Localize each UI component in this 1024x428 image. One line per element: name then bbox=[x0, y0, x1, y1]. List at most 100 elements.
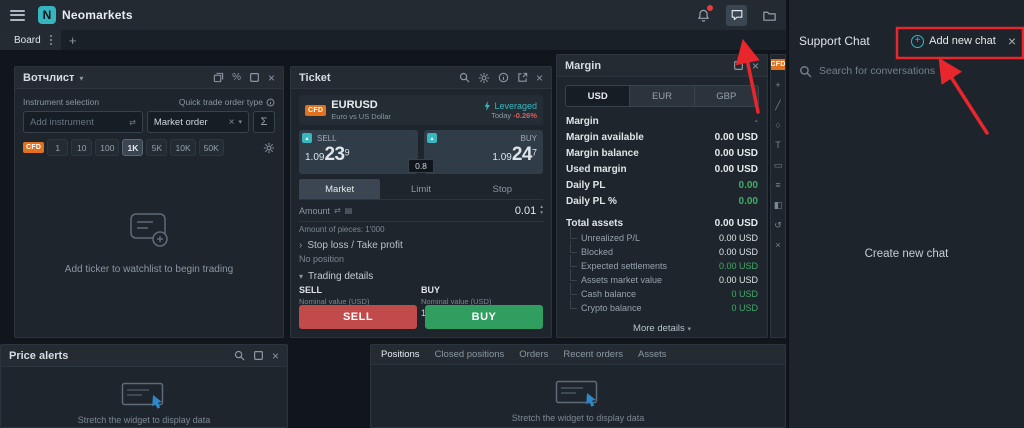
collapsed-chart-strip: CFD + ╱ ○ T ▭ ≡ ◧ ↺ × bbox=[770, 54, 786, 338]
watchlist-empty-text: Add ticker to watchlist to begin trading bbox=[65, 264, 233, 275]
sell-button[interactable]: SELL bbox=[299, 305, 417, 329]
menu-icon[interactable] bbox=[10, 10, 25, 21]
tab-stop[interactable]: Stop bbox=[462, 179, 543, 199]
chart-tool-trendline-icon[interactable]: ╱ bbox=[775, 101, 780, 110]
sum-button[interactable]: Σ bbox=[253, 111, 275, 133]
tab-recent-orders[interactable]: Recent orders bbox=[563, 349, 623, 360]
tab-market[interactable]: Market bbox=[299, 179, 380, 199]
close-icon[interactable]: × bbox=[536, 71, 543, 85]
leveraged-badge: Leveraged bbox=[494, 101, 537, 111]
caret-down-icon: ▾ bbox=[79, 74, 83, 83]
positions-tabs: Positions Closed positions Orders Recent… bbox=[371, 345, 785, 365]
expand-icon[interactable] bbox=[253, 350, 264, 361]
cfd-badge: CFD bbox=[23, 142, 44, 153]
clear-icon[interactable]: × bbox=[229, 117, 235, 128]
add-instrument-field[interactable]: ⇄ bbox=[23, 111, 143, 133]
close-icon[interactable]: × bbox=[272, 349, 279, 363]
cfd-badge: CFD bbox=[770, 59, 786, 70]
tab-board-label: Board bbox=[14, 35, 41, 46]
tab-orders[interactable]: Orders bbox=[519, 349, 548, 360]
sell-price-button[interactable]: ▴ SELL 1.09239 bbox=[299, 130, 418, 174]
tab-menu-icon[interactable] bbox=[50, 35, 52, 45]
chart-tool-undo-icon[interactable]: ↺ bbox=[774, 221, 782, 230]
instrument-summary[interactable]: CFD EURUSD Euro vs US Dollar Leveraged T… bbox=[299, 95, 543, 125]
trading-details-toggle[interactable]: ▾ Trading details bbox=[299, 268, 543, 284]
gear-icon[interactable] bbox=[263, 142, 275, 154]
add-tab-button[interactable]: + bbox=[61, 30, 85, 50]
chart-tool-crosshair-icon[interactable]: + bbox=[775, 81, 780, 90]
popout-icon[interactable] bbox=[517, 72, 528, 83]
chart-tool-text-icon[interactable]: T bbox=[775, 141, 781, 150]
brand-logo[interactable]: N Neomarkets bbox=[38, 6, 133, 24]
chart-tool-rectangle-icon[interactable]: ▭ bbox=[774, 161, 783, 170]
filter-icon[interactable]: ⇄ bbox=[129, 118, 136, 127]
watchlist-empty-state: Add ticker to watchlist to begin trading bbox=[23, 156, 275, 329]
currency-tab-gbp[interactable]: GBP bbox=[694, 86, 758, 106]
tab-assets[interactable]: Assets bbox=[638, 349, 667, 360]
search-icon[interactable] bbox=[459, 72, 470, 83]
chat-search-field[interactable] bbox=[799, 60, 1014, 82]
margin-header: Margin × bbox=[557, 55, 767, 77]
close-icon[interactable]: × bbox=[1008, 33, 1016, 49]
quantity-pill[interactable]: 10K bbox=[170, 139, 195, 156]
tab-closed-positions[interactable]: Closed positions bbox=[435, 349, 505, 360]
info-icon[interactable] bbox=[266, 98, 275, 107]
order-type-select[interactable]: Market order × ▾ bbox=[147, 111, 249, 133]
search-icon[interactable] bbox=[234, 350, 245, 361]
amount-value: 0.01 bbox=[515, 205, 536, 217]
price-alerts-empty-text: Stretch the widget to display data bbox=[78, 415, 211, 425]
buy-button[interactable]: BUY bbox=[425, 305, 543, 329]
amount-field[interactable]: Amount ⇄ ▤ 0.01 ▴ ▾ bbox=[299, 200, 543, 222]
close-icon[interactable]: × bbox=[268, 71, 275, 85]
watchlist-title[interactable]: Вотчлист ▾ bbox=[23, 72, 83, 84]
cfd-badge: CFD bbox=[305, 105, 326, 116]
percent-icon[interactable]: % bbox=[232, 73, 241, 83]
quantity-pill[interactable]: 10 bbox=[71, 139, 92, 156]
duplicate-icon[interactable] bbox=[213, 72, 224, 83]
quantity-pill[interactable]: 1 bbox=[47, 139, 68, 156]
add-instrument-input[interactable] bbox=[30, 117, 125, 128]
swap-units-icon[interactable]: ⇄ bbox=[334, 206, 341, 215]
add-new-chat-button[interactable]: + Add new chat bbox=[911, 35, 996, 48]
margin-row: Daily PL % 0.00 bbox=[566, 193, 758, 209]
notifications-bell-icon[interactable] bbox=[693, 5, 714, 26]
expand-icon[interactable] bbox=[733, 60, 744, 71]
chart-tool-lines-icon[interactable]: ≡ bbox=[775, 181, 780, 190]
chart-tool-fill-icon[interactable]: ◧ bbox=[774, 201, 783, 210]
topbar: N Neomarkets bbox=[0, 0, 786, 30]
pieces-icon[interactable]: ▤ bbox=[345, 206, 353, 215]
quantity-pill[interactable]: 5K bbox=[146, 139, 167, 156]
positions-widget: Positions Closed positions Orders Recent… bbox=[370, 344, 786, 428]
stop-loss-take-profit-toggle[interactable]: › Stop loss / Take profit bbox=[299, 236, 543, 254]
quantity-pill-active[interactable]: 1K bbox=[122, 139, 143, 156]
chart-tool-shape-icon[interactable]: ○ bbox=[775, 121, 780, 130]
tab-limit[interactable]: Limit bbox=[380, 179, 461, 199]
stepper-down-icon[interactable]: ▾ bbox=[540, 211, 543, 217]
tab-board[interactable]: Board bbox=[0, 30, 61, 50]
margin-title: Margin bbox=[565, 60, 601, 72]
quantity-pill[interactable]: 100 bbox=[95, 139, 119, 156]
chevron-down-icon[interactable]: ▾ bbox=[238, 118, 242, 126]
currency-tab-eur[interactable]: EUR bbox=[629, 86, 693, 106]
margin-row: Margin available 0.00 USD bbox=[566, 129, 758, 145]
order-type-tabs: Market Limit Stop bbox=[299, 179, 543, 200]
amount-stepper[interactable]: ▴ ▾ bbox=[540, 205, 543, 216]
gear-icon[interactable] bbox=[478, 72, 490, 84]
chat-icon[interactable] bbox=[726, 5, 747, 26]
tab-positions[interactable]: Positions bbox=[381, 349, 420, 360]
chat-search-input[interactable] bbox=[819, 65, 1014, 77]
margin-row: Used margin 0.00 USD bbox=[566, 161, 758, 177]
margin-section-row: Margin - bbox=[566, 113, 758, 129]
chevron-right-icon: › bbox=[299, 240, 302, 251]
more-details-link[interactable]: More details ▾ bbox=[566, 323, 758, 334]
price-buttons: ▴ SELL 1.09239 ▴ BUY 1.09247 0.8 bbox=[299, 130, 543, 174]
expand-icon[interactable] bbox=[249, 72, 260, 83]
positions-empty-state: Stretch the widget to display data bbox=[371, 365, 785, 426]
folder-icon[interactable] bbox=[759, 5, 780, 26]
quantity-pill[interactable]: 50K bbox=[199, 139, 224, 156]
close-icon[interactable]: × bbox=[752, 59, 759, 73]
chart-tool-remove-icon[interactable]: × bbox=[775, 241, 780, 250]
currency-tab-usd[interactable]: USD bbox=[566, 86, 629, 106]
info-icon[interactable] bbox=[498, 72, 509, 83]
buy-price-button[interactable]: ▴ BUY 1.09247 bbox=[424, 130, 543, 174]
